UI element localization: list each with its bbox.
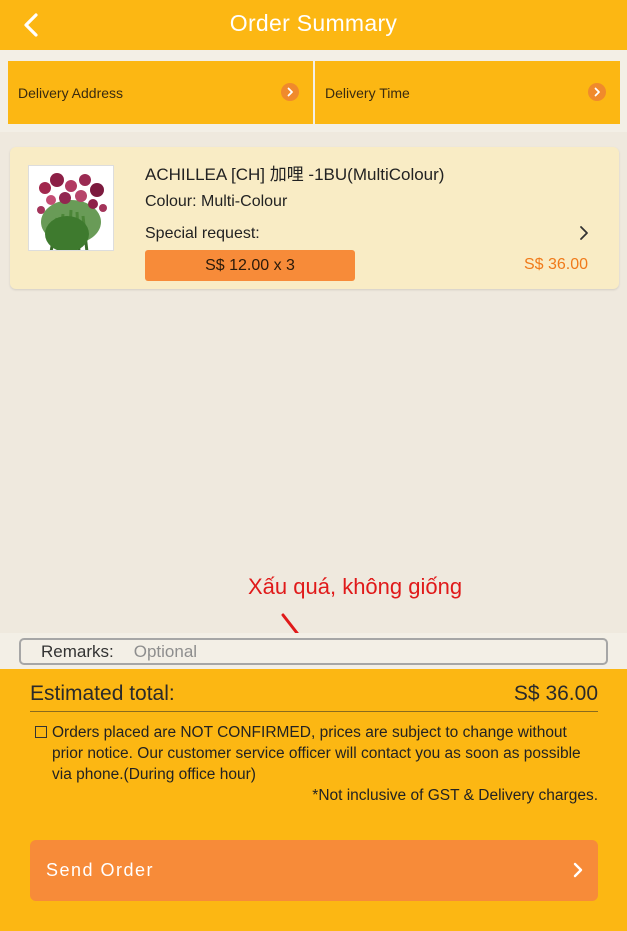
remarks-input[interactable] [133, 641, 554, 662]
send-order-button[interactable]: Send Order [30, 840, 598, 901]
delivery-tabs: Delivery Address Delivery Time [0, 50, 627, 132]
product-name: ACHILLEA [CH] 加哩 -1BU(MultiColour) [145, 165, 445, 184]
annotation-text: Xấu quá, không giống [248, 574, 463, 599]
remarks-section: Remarks: [0, 633, 627, 669]
estimated-total-label: Estimated total: [30, 682, 175, 705]
quantity-price-button[interactable]: S$ 12.00 x 3 [145, 250, 355, 281]
gst-note: *Not inclusive of GST & Delivery charges… [312, 787, 598, 804]
special-request-button[interactable] [576, 223, 592, 243]
product-image [28, 165, 114, 251]
order-summary-footer: Estimated total: S$ 36.00 Orders placed … [0, 669, 627, 931]
tab-delivery-time-label: Delivery Time [325, 84, 410, 101]
line-total: S$ 36.00 [523, 256, 588, 273]
page-title: Order Summary [229, 10, 398, 36]
order-notice: Orders placed are NOT CONFIRMED, prices … [52, 724, 581, 783]
order-item-card[interactable]: ACHILLEA [CH] 加哩 -1BU(MultiColour) Colou… [10, 147, 619, 289]
chevron-right-circle-icon [281, 83, 299, 101]
divider [30, 711, 598, 712]
chevron-right-icon [573, 862, 583, 878]
top-bar: Order Summary [0, 0, 627, 50]
confirm-checkbox[interactable] [35, 726, 47, 738]
tab-delivery-address[interactable]: Delivery Address [8, 61, 313, 124]
tab-delivery-address-label: Delivery Address [18, 84, 124, 101]
send-order-label: Send Order [46, 860, 155, 880]
tab-delivery-time[interactable]: Delivery Time [315, 61, 620, 124]
chevron-right-circle-icon [588, 83, 606, 101]
remarks-field[interactable]: Remarks: [19, 638, 608, 665]
chevron-right-icon [580, 226, 588, 240]
estimated-total-value: S$ 36.00 [513, 682, 598, 705]
flower-bouquet-image [29, 166, 113, 250]
product-colour: Colour: Multi-Colour [145, 193, 288, 210]
remarks-label: Remarks: [41, 641, 114, 661]
special-request-label: Special request: [145, 225, 260, 242]
